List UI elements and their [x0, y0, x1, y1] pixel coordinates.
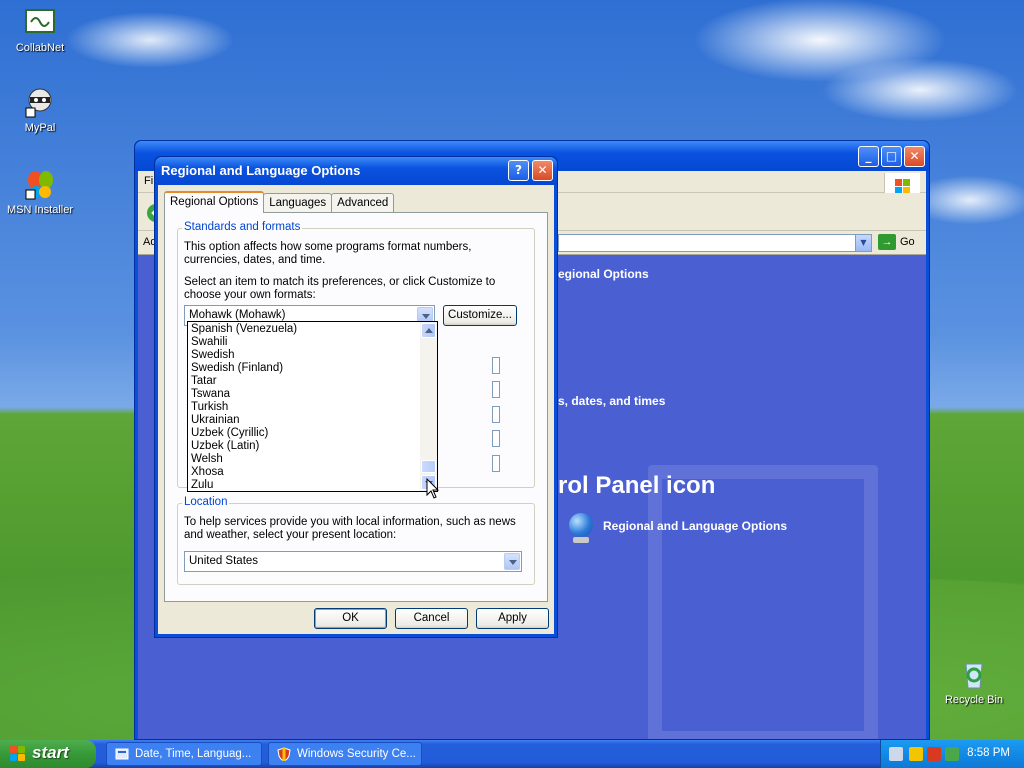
start-button[interactable]: start	[0, 740, 96, 768]
apply-button[interactable]: Apply	[476, 608, 549, 629]
chevron-down-icon[interactable]	[504, 553, 520, 570]
sample-field	[492, 406, 500, 423]
raccoon-icon	[24, 86, 56, 118]
list-item[interactable]: Swedish (Finland)	[191, 362, 417, 375]
collabnet-icon	[24, 6, 56, 38]
customize-button[interactable]: Customize...	[443, 305, 517, 326]
close-button[interactable]: ✕	[904, 146, 925, 167]
minimize-button[interactable]: _	[858, 146, 879, 167]
clock[interactable]: 8:58 PM	[967, 747, 1010, 759]
watermark-graphic	[648, 465, 878, 739]
desktop-icon-mypal[interactable]: MyPal	[0, 86, 80, 134]
section-heading: egional Options	[558, 267, 649, 281]
taskbar-item-date-time[interactable]: Date, Time, Languag...	[106, 742, 262, 766]
taskbar: start Date, Time, Languag... Windows Sec…	[0, 740, 1024, 768]
sample-field	[492, 381, 500, 398]
dialog-close-button[interactable]: ✕	[532, 160, 553, 181]
standards-instruction: Select an item to match its preferences,…	[184, 276, 496, 301]
list-item[interactable]: Uzbek (Cyrillic)	[191, 427, 417, 440]
ok-button[interactable]: OK	[314, 608, 387, 629]
go-arrow-icon: →	[878, 234, 896, 250]
regional-options-link[interactable]: Regional and Language Options	[569, 513, 787, 543]
help-button[interactable]: ?	[508, 160, 529, 181]
dropdown-scrollbar[interactable]	[420, 322, 437, 491]
menu-file[interactable]: Fi	[144, 175, 153, 187]
scroll-up-arrow-icon[interactable]	[421, 323, 436, 338]
control-panel-icon	[115, 748, 129, 760]
list-item[interactable]: Swedish	[191, 349, 417, 362]
address-input[interactable]: ▼	[558, 234, 872, 252]
list-item[interactable]: Ukrainian	[191, 414, 417, 427]
desktop-icon-label: Recycle Bin	[944, 694, 1004, 706]
list-item[interactable]: Swahili	[191, 336, 417, 349]
shield-icon	[277, 747, 291, 761]
desktop-icon-recycle-bin[interactable]: Recycle Bin	[934, 658, 1014, 706]
taskbar-item-security-center[interactable]: Windows Security Ce...	[268, 742, 422, 766]
list-item[interactable]: Tswana	[191, 388, 417, 401]
security-alert-icon[interactable]	[927, 747, 941, 761]
desktop-icon-msn-installer[interactable]: MSN Installer	[0, 168, 80, 216]
group-label: Standards and formats	[182, 221, 303, 233]
desktop-icon-label: MyPal	[24, 122, 56, 134]
section-heading[interactable]: s, dates, and times	[558, 394, 665, 408]
list-item[interactable]: Zulu	[191, 479, 417, 492]
desktop-icon-collabnet[interactable]: CollabNet	[0, 6, 80, 54]
location-select[interactable]: United States	[184, 551, 522, 572]
system-tray: 8:58 PM	[880, 740, 1024, 768]
dropdown-items: Spanish (Venezuela) Swahili Swedish Swedish…	[188, 322, 420, 493]
location-group: Location To help services provide you wi…	[177, 496, 535, 585]
msn-butterfly-icon	[24, 168, 56, 200]
dialog-titlebar[interactable]: Regional and Language Options ? ✕	[155, 157, 557, 185]
sample-field	[492, 430, 500, 447]
standards-description: This option affects how some programs fo…	[184, 241, 472, 266]
sample-field	[492, 455, 500, 472]
group-label: Location	[182, 496, 230, 508]
list-item[interactable]: Turkish	[191, 401, 417, 414]
format-dropdown-list[interactable]: Spanish (Venezuela) Swahili Swedish Swedish…	[187, 321, 438, 492]
desktop-icon-label: CollabNet	[15, 42, 65, 54]
update-icon[interactable]	[945, 747, 959, 761]
section-heading-large: rol Panel icon	[558, 472, 716, 499]
globe-icon	[569, 513, 593, 543]
list-item[interactable]: Welsh	[191, 453, 417, 466]
cancel-button[interactable]: Cancel	[395, 608, 468, 629]
dialog-title: Regional and Language Options	[161, 163, 361, 178]
list-item[interactable]: Spanish (Venezuela)	[191, 323, 417, 336]
network-icon[interactable]	[889, 747, 903, 761]
recycle-bin-icon	[958, 658, 990, 690]
tab-strip: Regional Options Languages Advanced	[164, 191, 395, 213]
location-description: To help services provide you with local …	[184, 516, 516, 541]
sample-field	[492, 357, 500, 374]
go-button[interactable]: → Go	[878, 234, 915, 250]
windows-flag-icon	[10, 746, 26, 762]
desktop-icon-label: MSN Installer	[6, 204, 74, 216]
address-dropdown-icon[interactable]: ▼	[855, 235, 871, 251]
list-item[interactable]: Tatar	[191, 375, 417, 388]
list-item[interactable]: Xhosa	[191, 466, 417, 479]
tab-advanced[interactable]: Advanced	[331, 193, 395, 213]
scroll-thumb[interactable]	[421, 460, 436, 473]
mouse-cursor-icon	[426, 478, 440, 499]
tab-languages[interactable]: Languages	[263, 193, 333, 213]
tab-regional-options[interactable]: Regional Options	[164, 191, 265, 213]
list-item[interactable]: Uzbek (Latin)	[191, 440, 417, 453]
security-shield-icon[interactable]	[909, 747, 923, 761]
maximize-button[interactable]: □	[881, 146, 902, 167]
